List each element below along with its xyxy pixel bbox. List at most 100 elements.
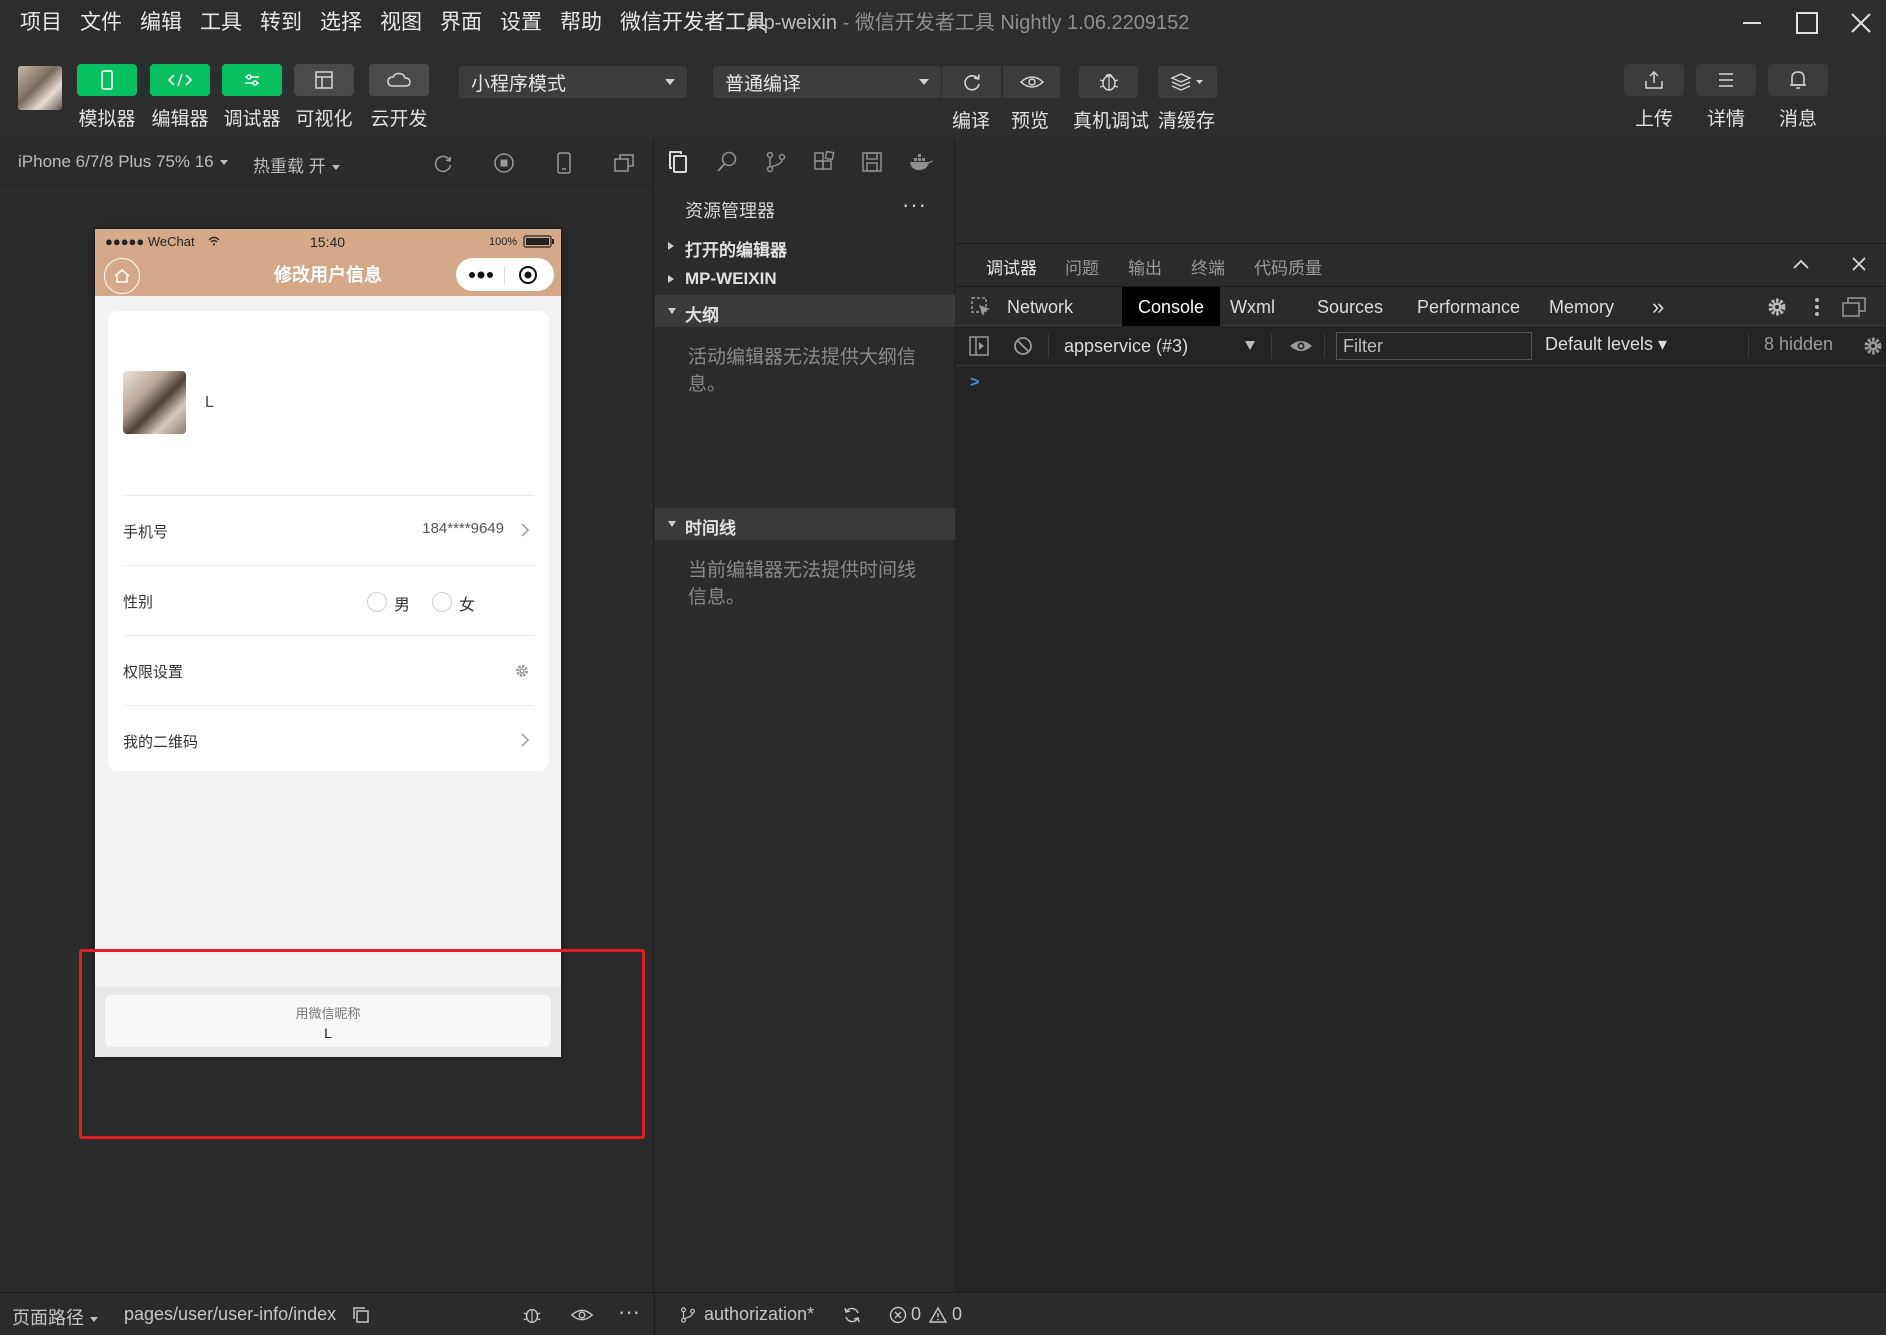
git-branch-name[interactable]: authorization*: [704, 1304, 814, 1325]
storage-tab[interactable]: [858, 148, 886, 176]
device-select[interactable]: iPhone 6/7/8 Plus 75% 16: [18, 152, 228, 172]
messages-button[interactable]: [1768, 64, 1828, 96]
cloud-toggle[interactable]: 云开发: [369, 64, 429, 132]
profile-nickname[interactable]: L: [205, 394, 214, 412]
menu-project[interactable]: 项目: [0, 0, 71, 46]
menu-file[interactable]: 文件: [71, 0, 131, 46]
tab-problems[interactable]: 问题: [1065, 254, 1099, 279]
explorer-more-button[interactable]: ···: [902, 192, 927, 218]
close-miniprogram-icon[interactable]: [518, 265, 538, 285]
console-settings-icon[interactable]: [1862, 335, 1884, 357]
more-tabs-button[interactable]: »: [1636, 287, 1680, 327]
detach-window-button[interactable]: [611, 150, 637, 176]
preview-button[interactable]: [1002, 66, 1060, 98]
menu-select[interactable]: 选择: [311, 0, 371, 46]
user-avatar[interactable]: [18, 66, 62, 110]
menu-tools[interactable]: 工具: [191, 0, 251, 46]
docker-tab[interactable]: [907, 148, 935, 176]
kebab-menu-icon[interactable]: [1814, 296, 1820, 318]
sidebar-toggle-icon[interactable]: [968, 335, 990, 357]
page-path-select[interactable]: 页面路径: [12, 1304, 98, 1330]
tab-performance[interactable]: Performance: [1401, 287, 1536, 327]
phone-row[interactable]: 手机号 184****9649: [123, 495, 534, 565]
remote-debug-button[interactable]: [1078, 66, 1138, 98]
open-editors-section[interactable]: 打开的编辑器: [655, 230, 955, 262]
compile-button[interactable]: [941, 66, 1001, 98]
gender-male-label[interactable]: 男: [394, 591, 410, 615]
gender-female-label[interactable]: 女: [459, 591, 475, 615]
context-select[interactable]: appservice (#3): [1064, 333, 1272, 359]
preview-eye-button[interactable]: [570, 1303, 594, 1327]
upload-toggle[interactable]: 上传: [1624, 64, 1684, 132]
explorer-tab[interactable]: [665, 148, 693, 176]
errors-indicator[interactable]: [886, 1303, 910, 1327]
outline-section[interactable]: 大纲: [655, 295, 955, 327]
simulator-toggle[interactable]: 模拟器: [77, 64, 137, 132]
menu-help[interactable]: 帮助: [551, 0, 611, 46]
compile-select[interactable]: 普通编译: [713, 66, 941, 98]
copy-path-button[interactable]: [349, 1303, 373, 1327]
gear-icon[interactable]: [1766, 296, 1788, 318]
git-branch-button[interactable]: [676, 1303, 700, 1327]
console-filter-input[interactable]: [1336, 332, 1532, 360]
details-toggle[interactable]: 详情: [1696, 64, 1756, 132]
statusbar-more-button[interactable]: ···: [618, 1299, 640, 1325]
tab-terminal[interactable]: 终端: [1191, 254, 1225, 279]
extensions-tab[interactable]: [810, 148, 838, 176]
timeline-section[interactable]: 时间线: [655, 508, 955, 540]
permission-row[interactable]: 权限设置: [123, 635, 534, 705]
menu-interface[interactable]: 界面: [431, 0, 491, 46]
editor-button[interactable]: [150, 64, 210, 96]
menu-settings[interactable]: 设置: [491, 0, 551, 46]
menu-view[interactable]: 视图: [371, 0, 431, 46]
clear-console-icon[interactable]: [1012, 335, 1034, 357]
menu-goto[interactable]: 转到: [251, 0, 311, 46]
clear-cache-button[interactable]: [1157, 66, 1217, 98]
tab-network[interactable]: Network: [991, 287, 1089, 327]
log-levels-select[interactable]: Default levels ▾: [1545, 334, 1667, 355]
details-button[interactable]: [1696, 64, 1756, 96]
project-section[interactable]: MP-WEIXIN: [655, 263, 955, 295]
gender-male-radio[interactable]: [367, 592, 387, 612]
tab-wxml[interactable]: Wxml: [1214, 287, 1291, 327]
debug-bug-button[interactable]: [520, 1303, 544, 1327]
tab-sources[interactable]: Sources: [1301, 287, 1399, 327]
tab-console[interactable]: Console: [1122, 287, 1221, 327]
gender-female-radio[interactable]: [432, 592, 452, 612]
messages-toggle[interactable]: 消息: [1768, 64, 1828, 132]
debugger-button[interactable]: [222, 64, 282, 96]
editor-toggle[interactable]: 编辑器: [150, 64, 210, 132]
close-window-button[interactable]: [1845, 8, 1877, 38]
eye-icon[interactable]: [1288, 336, 1314, 356]
visual-toggle[interactable]: 可视化: [294, 64, 354, 132]
minimize-button[interactable]: [1736, 8, 1768, 38]
hot-reload-select[interactable]: 热重载 开: [253, 152, 340, 177]
simulator-button[interactable]: [77, 64, 137, 96]
search-tab[interactable]: [713, 148, 741, 176]
more-dots-icon[interactable]: [468, 271, 494, 279]
page-path-value[interactable]: pages/user/user-info/index: [124, 1304, 336, 1325]
tab-output[interactable]: 输出: [1128, 254, 1162, 279]
chevron-up-icon[interactable]: [1792, 258, 1810, 270]
console-prompt[interactable]: >: [970, 374, 979, 392]
profile-avatar[interactable]: [123, 371, 186, 434]
tab-code-quality[interactable]: 代码质量: [1254, 254, 1322, 279]
dock-icon[interactable]: [1841, 296, 1867, 318]
warnings-indicator[interactable]: [926, 1303, 950, 1327]
cloud-button[interactable]: [369, 64, 429, 96]
inspect-element-icon[interactable]: [970, 296, 992, 318]
device-frame-button[interactable]: [551, 150, 577, 176]
menu-edit[interactable]: 编辑: [131, 0, 191, 46]
maximize-button[interactable]: [1791, 8, 1823, 38]
visual-button[interactable]: [294, 64, 354, 96]
debugger-toggle[interactable]: 调试器: [222, 64, 282, 132]
tab-memory[interactable]: Memory: [1533, 287, 1630, 327]
source-control-tab[interactable]: [762, 148, 790, 176]
sync-button[interactable]: [840, 1303, 864, 1327]
rotate-button[interactable]: [430, 150, 456, 176]
mode-select[interactable]: 小程序模式: [459, 66, 687, 98]
upload-button[interactable]: [1624, 64, 1684, 96]
close-panel-icon[interactable]: [1850, 255, 1868, 273]
tab-debugger[interactable]: 调试器: [986, 254, 1037, 288]
stop-button[interactable]: [491, 150, 517, 176]
